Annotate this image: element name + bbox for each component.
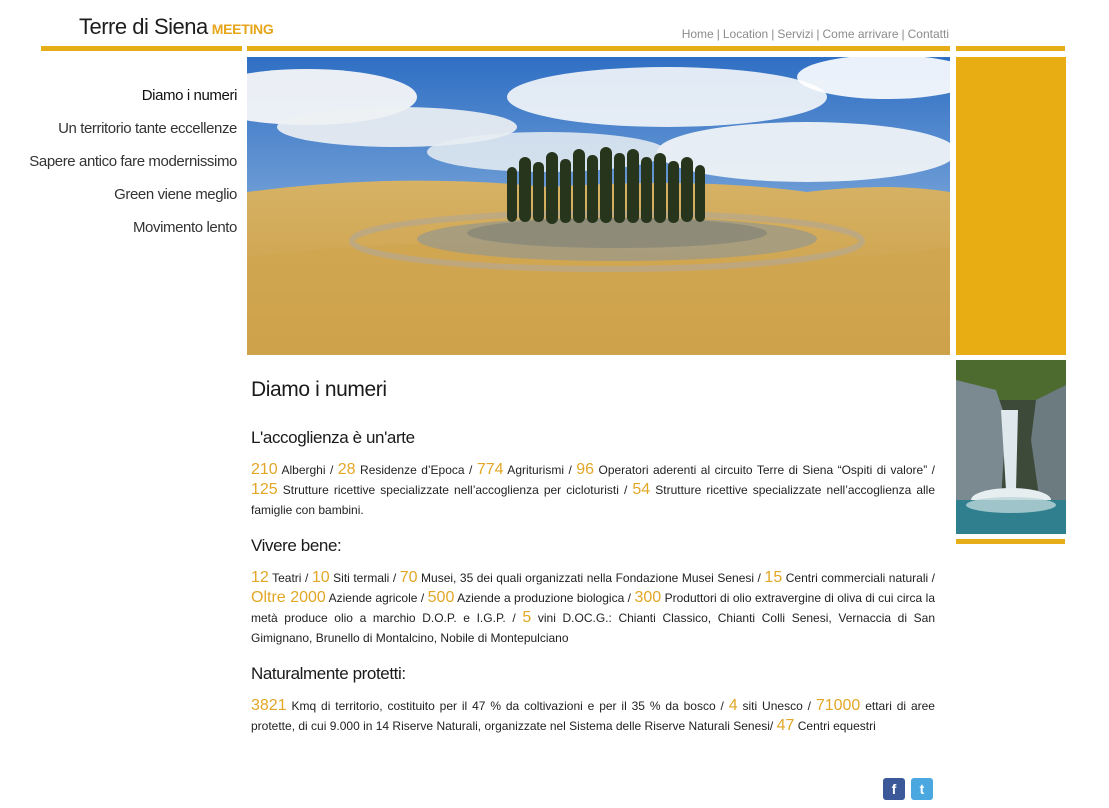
menu-item-sapere-antico[interactable]: Sapere antico fare modernissimo — [0, 145, 237, 178]
nav-separator: | — [771, 27, 775, 41]
left-menu: Diamo i numeri Un territorio tante eccel… — [0, 79, 237, 244]
header-bar-right — [956, 46, 1065, 51]
right-column-bar — [956, 539, 1065, 544]
main-content: Diamo i numeri L'accoglienza è un'arte 2… — [251, 378, 935, 752]
number-value: 3821 — [251, 697, 287, 714]
section-heading-naturalmente-protetti: Naturalmente protetti: — [251, 664, 406, 683]
number-value: 10 — [311, 569, 330, 586]
number-label: siti Unesco / — [737, 699, 816, 713]
facebook-icon[interactable]: f — [883, 778, 905, 800]
number-value: 125 — [251, 481, 278, 498]
number-value: 5 — [522, 609, 532, 626]
number-value: 47 — [776, 717, 795, 734]
number-value: 500 — [427, 589, 455, 606]
nav-separator: | — [901, 27, 905, 41]
logo-underline-bar — [41, 46, 242, 51]
number-label: Alberghi / — [277, 463, 338, 477]
yellow-block — [956, 57, 1066, 355]
nav-servizi[interactable]: Servizi — [777, 27, 813, 41]
nav-separator: | — [816, 27, 820, 41]
menu-item-movimento-lento[interactable]: Movimento lento — [0, 211, 237, 244]
number-value: 15 — [764, 569, 783, 586]
nav-separator: | — [716, 27, 720, 41]
number-label: Residenze d’Epoca / — [355, 463, 477, 477]
section-heading-accoglienza: L'accoglienza è un'arte — [251, 428, 415, 447]
social-links: ft — [883, 778, 939, 800]
nav-come-arrivare[interactable]: Come arrivare — [822, 27, 898, 41]
number-value: 54 — [632, 481, 651, 498]
section-text-accoglienza: 210 Alberghi / 28 Residenze d’Epoca / 77… — [251, 460, 935, 520]
number-label: Strutture ricettive specializzate nell’a… — [277, 483, 633, 497]
number-label: Kmq di territorio, costituito per il 47 … — [286, 699, 729, 713]
menu-item-green[interactable]: Green viene meglio — [0, 178, 237, 211]
number-label: Operatori aderenti al circuito Terre di … — [594, 463, 935, 477]
number-label: Teatri / — [268, 571, 312, 585]
number-value: 71000 — [815, 697, 861, 714]
waterfall-image — [956, 360, 1066, 534]
section-text-vivere-bene: 12 Teatri / 10 Siti termali / 70 Musei, … — [251, 568, 935, 648]
number-value: 210 — [251, 461, 278, 478]
logo[interactable]: Terre di Siena MEETING — [79, 14, 274, 40]
nav-contatti[interactable]: Contatti — [908, 27, 949, 41]
logo-sub-text: MEETING — [211, 21, 274, 37]
number-label: Centri commerciali naturali / — [782, 571, 936, 585]
number-label: Musei, 35 dei quali organizzati nella Fo… — [417, 571, 765, 585]
menu-item-territorio[interactable]: Un territorio tante eccellenze — [0, 112, 237, 145]
nav-location[interactable]: Location — [723, 27, 768, 41]
number-value: Oltre 2000 — [251, 589, 326, 606]
number-label: Agriturismi / — [503, 463, 577, 477]
number-value: 300 — [634, 589, 662, 606]
number-label: Siti termali / — [329, 571, 400, 585]
number-label: Aziende a produzione biologica / — [454, 591, 635, 605]
logo-main-text: Terre di Siena — [79, 14, 208, 39]
number-label: Aziende agricole / — [325, 591, 428, 605]
number-value: 96 — [576, 461, 595, 478]
nav-home[interactable]: Home — [682, 27, 714, 41]
header-bar — [247, 46, 950, 51]
number-value: 4 — [728, 697, 738, 714]
menu-item-diamo-i-numeri[interactable]: Diamo i numeri — [0, 79, 238, 112]
number-value: 12 — [251, 569, 269, 586]
number-value: 70 — [399, 569, 418, 586]
number-label: Centri equestri — [794, 719, 876, 733]
number-value: 28 — [337, 461, 356, 478]
twitter-icon[interactable]: t — [911, 778, 933, 800]
page-title: Diamo i numeri — [251, 378, 387, 401]
number-value: 774 — [476, 461, 504, 478]
section-text-naturalmente-protetti: 3821 Kmq di territorio, costituito per i… — [251, 696, 935, 736]
section-heading-vivere-bene: Vivere bene: — [251, 536, 342, 555]
hero-landscape-image — [247, 57, 950, 355]
top-navigation: Home | Location | Servizi | Come arrivare | Cont… — [682, 27, 949, 41]
